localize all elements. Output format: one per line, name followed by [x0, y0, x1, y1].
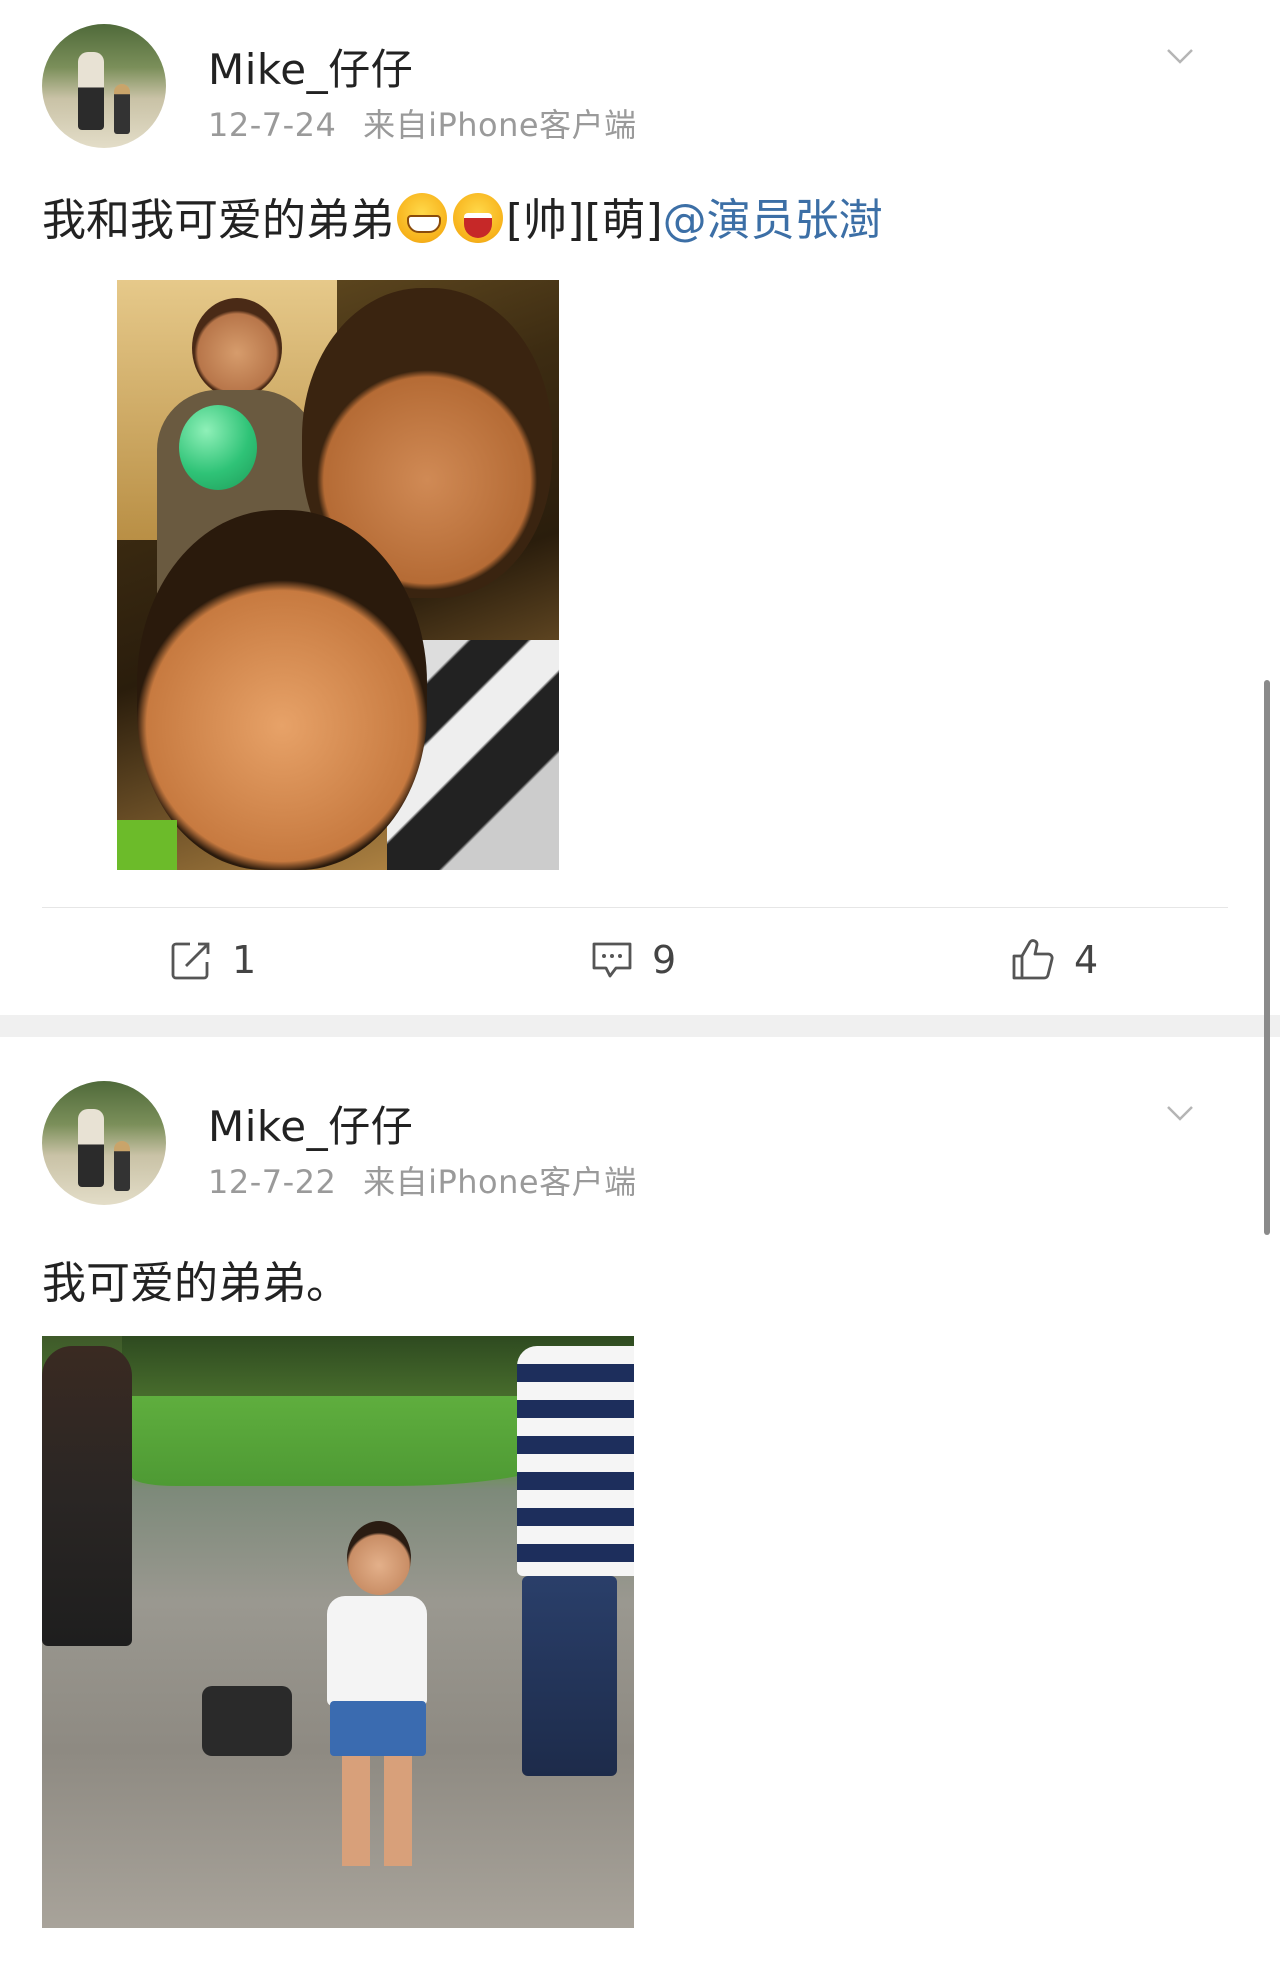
avatar[interactable]	[42, 1081, 166, 1205]
post-text: 我可爱的弟弟。	[42, 1258, 350, 1309]
image-younger-boy-shirt	[117, 820, 177, 870]
repost-count: 1	[232, 938, 257, 982]
timestamp: 12-7-24	[208, 106, 337, 144]
post-text: 我和我可爱的弟弟 [帅][萌]@演员张澍	[42, 184, 883, 248]
comment-count: 9	[652, 938, 677, 982]
source-client: 来自iPhone客户端	[363, 1163, 637, 1201]
avatar-figure-adult	[78, 52, 104, 130]
image-child-shorts	[330, 1701, 426, 1756]
like-button[interactable]: 4	[1010, 938, 1098, 982]
username[interactable]: Mike_仔仔	[208, 1093, 413, 1154]
post-text-main: 我和我可爱的弟弟	[42, 195, 394, 246]
chevron-down-icon[interactable]	[1166, 42, 1194, 70]
post-tags: [帅][萌]	[506, 195, 663, 246]
image-child-shirt	[327, 1596, 427, 1706]
comment-icon	[592, 942, 632, 978]
like-icon	[1012, 939, 1054, 980]
avatar-figure-child	[114, 84, 130, 134]
chevron-down-icon[interactable]	[1166, 1099, 1194, 1127]
post-meta: 12-7-24 来自iPhone客户端	[208, 100, 637, 146]
image-balloon	[179, 405, 257, 490]
scrollbar[interactable]	[1264, 680, 1270, 1235]
image-child-head	[347, 1521, 411, 1595]
image-toy-car	[202, 1686, 292, 1756]
image-woman-head	[192, 298, 282, 398]
like-count: 4	[1074, 938, 1099, 982]
image-younger-boy-head	[137, 510, 427, 870]
image-adult-right-pants	[522, 1576, 617, 1776]
action-bar-divider	[42, 907, 1228, 908]
image-child-legs	[342, 1756, 412, 1866]
comment-button[interactable]: 9	[590, 938, 676, 982]
avatar[interactable]	[42, 24, 166, 148]
image-lawn	[132, 1396, 572, 1486]
avatar-figure-child	[114, 1141, 130, 1191]
feed-separator	[0, 1015, 1280, 1037]
source-client: 来自iPhone客户端	[363, 106, 637, 144]
image-woman-left	[42, 1346, 132, 1646]
post-2: Mike_仔仔 12-7-22 来自iPhone客户端 我可爱的弟弟。	[0, 1037, 1280, 1978]
mention-link[interactable]: @演员张澍	[663, 195, 883, 246]
laugh-emoji	[453, 193, 503, 243]
post-meta: 12-7-22 来自iPhone客户端	[208, 1157, 637, 1203]
image-adult-right-shirt	[517, 1346, 634, 1576]
post-image[interactable]	[42, 1336, 634, 1928]
grin-emoji	[397, 193, 447, 243]
repost-icon	[171, 942, 210, 980]
timestamp: 12-7-22	[208, 1163, 337, 1201]
repost-button[interactable]: 1	[170, 938, 256, 982]
post-1: Mike_仔仔 12-7-24 来自iPhone客户端 我和我可爱的弟弟 [帅][…	[0, 0, 1280, 1015]
post-image[interactable]	[117, 280, 559, 870]
avatar-figure-adult	[78, 1109, 104, 1187]
username[interactable]: Mike_仔仔	[208, 36, 413, 97]
